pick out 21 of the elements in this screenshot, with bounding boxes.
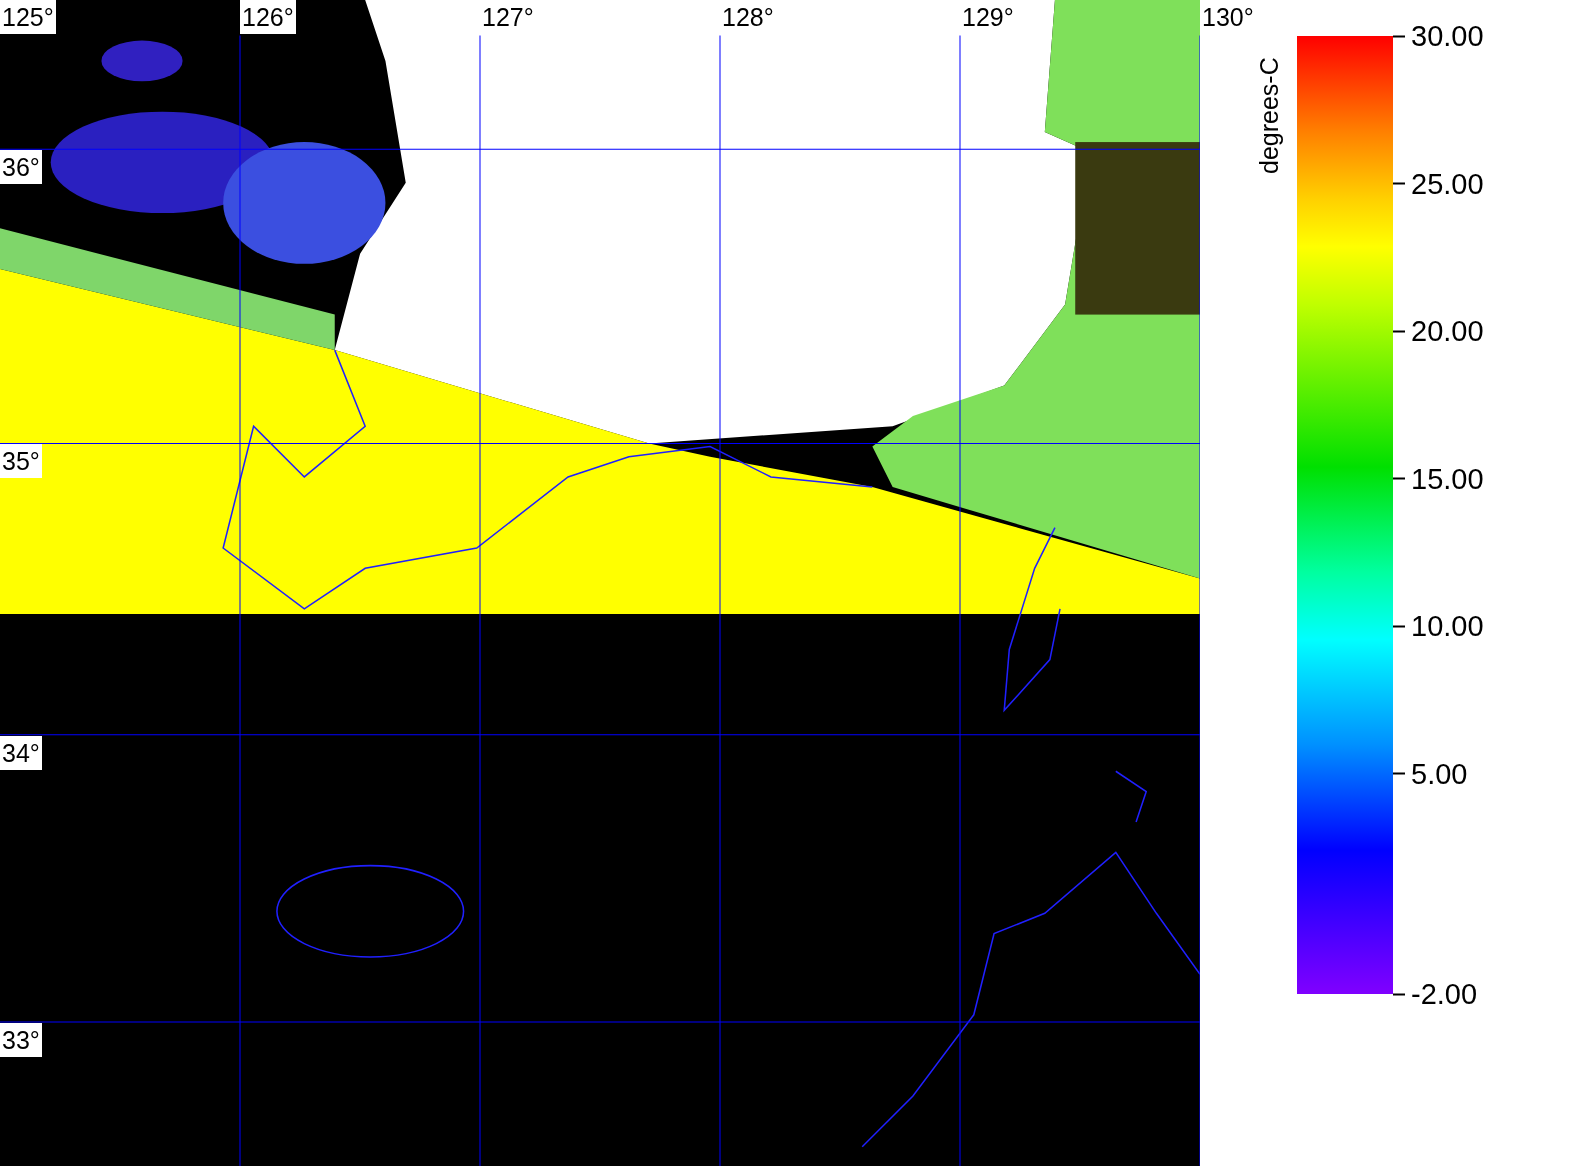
longitude-label: 125°	[0, 0, 56, 34]
tick-label: 30.00	[1411, 19, 1484, 53]
unit-label: degrees-C	[1253, 56, 1284, 177]
tick-mark	[1393, 772, 1405, 775]
tick-mark	[1393, 625, 1405, 627]
tick-mark	[1393, 993, 1405, 995]
tick-label: 25.00	[1411, 167, 1484, 200]
tick-mark	[1393, 182, 1405, 185]
tick-label: 5.00	[1411, 757, 1468, 790]
tick-label: 15.00	[1411, 462, 1484, 495]
latitude-label: 34°	[0, 735, 42, 770]
tick-label: 20.00	[1411, 314, 1484, 348]
tick-mark	[1393, 35, 1405, 37]
tick-mark	[1393, 477, 1405, 480]
tick-label: -2.00	[1411, 977, 1478, 1011]
longitude-label: 126°	[240, 0, 296, 34]
tick-mark	[1393, 330, 1405, 332]
latitude-label: 36°	[0, 150, 42, 185]
tick-label: 10.00	[1411, 609, 1484, 643]
latitude-label: 33°	[0, 1022, 42, 1057]
latitude-label: 35°	[0, 444, 42, 479]
